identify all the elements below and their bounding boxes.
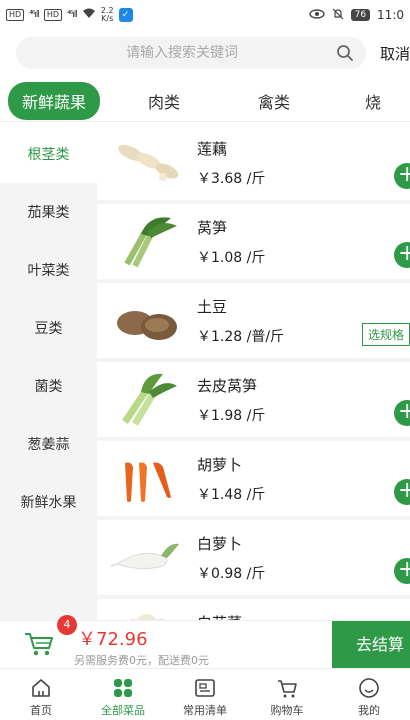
search-box[interactable] xyxy=(16,37,366,69)
sidebar-item-beans[interactable]: 豆类 xyxy=(0,299,97,357)
carrot-image xyxy=(125,462,171,502)
grid-icon xyxy=(114,679,132,697)
product-price: ￥3.68 /斤 xyxy=(197,171,266,187)
nav-label: 常用清单 xyxy=(183,704,227,717)
signal1-icon: ⁴⁶ıll xyxy=(29,10,40,20)
add-to-cart-button[interactable]: + xyxy=(394,163,410,189)
nav-profile[interactable]: 我的 xyxy=(328,669,410,720)
fee-note: 另需服务费0元，配送费0元 xyxy=(74,654,209,667)
add-to-cart-button[interactable]: + xyxy=(394,400,410,426)
nav-label: 我的 xyxy=(358,704,380,717)
sim1-indicator: HD xyxy=(6,9,25,21)
cauliflower-image xyxy=(128,614,166,620)
sidebar-item-fresh-fruit[interactable]: 新鲜水果 xyxy=(0,473,97,531)
cancel-button[interactable]: 取消 xyxy=(380,43,410,64)
product-item[interactable]: 白萝卜 ￥0.98 /斤 + xyxy=(97,520,410,595)
lotus-root-image xyxy=(118,144,179,181)
sim2-indicator: HD xyxy=(43,9,63,21)
nav-label: 全部菜品 xyxy=(101,704,145,717)
product-price: ￥1.28 /普/斤 xyxy=(197,329,285,345)
wifi-icon xyxy=(82,8,96,22)
status-bar: HD ⁴⁶ıll HD ⁴⁶ıll 2.2 K/s ✓ 76 11:0 xyxy=(0,0,410,30)
eye-icon xyxy=(308,8,325,22)
nav-common-list[interactable]: 常用清单 xyxy=(164,669,246,720)
shopping-cart-icon[interactable] xyxy=(24,631,54,657)
mute-bell-icon xyxy=(332,8,344,23)
product-name: 白花菜 xyxy=(197,612,242,620)
cart-summary-bar: 4 ￥72.96 另需服务费0元，配送费0元 去结算 xyxy=(0,615,410,669)
search-icon[interactable] xyxy=(336,44,354,62)
search-input[interactable] xyxy=(28,45,336,61)
nav-all-dishes[interactable]: 全部菜品 xyxy=(82,669,164,720)
sidebar-item-root-vegetables[interactable]: 根茎类 xyxy=(0,125,97,183)
cart-count-badge: 4 xyxy=(57,615,77,635)
network-speed: 2.2 K/s xyxy=(100,6,114,23)
nav-cart[interactable]: 购物车 xyxy=(246,669,328,720)
sidebar-item-nightshades[interactable]: 茄果类 xyxy=(0,183,97,241)
lettuce-stem-image xyxy=(124,217,177,268)
add-to-cart-button[interactable]: + xyxy=(394,558,410,584)
home-icon xyxy=(32,679,50,697)
add-to-cart-button[interactable]: + xyxy=(394,479,410,505)
signal2-icon: ⁴⁶ıll xyxy=(67,10,78,20)
product-price: ￥1.98 /斤 xyxy=(197,408,266,424)
cart-total: ￥72.96 xyxy=(78,629,148,650)
product-price: ￥1.08 /斤 xyxy=(197,250,266,266)
tab-roast[interactable]: 烧 xyxy=(365,89,381,113)
product-name: 胡萝卜 xyxy=(197,456,243,474)
peeled-lettuce-stem-image xyxy=(122,373,177,426)
profile-icon xyxy=(359,678,379,698)
search-row: 取消 xyxy=(0,34,410,72)
sidebar-item-mushrooms[interactable]: 菌类 xyxy=(0,357,97,415)
app-notification-icon: ✓ xyxy=(118,8,133,22)
nav-label: 购物车 xyxy=(270,704,304,717)
list-icon xyxy=(195,679,215,697)
nav-label: 首页 xyxy=(30,704,52,717)
bottom-navigation: 首页 全部菜品 常用清单 购物车 我的 xyxy=(0,668,410,720)
battery-indicator: 76 xyxy=(350,9,371,21)
sidebar-item-leafy-greens[interactable]: 叶菜类 xyxy=(0,241,97,299)
category-tabs: 新鲜蔬果 肉类 禽类 烧 xyxy=(0,80,410,122)
product-name: 土豆 xyxy=(197,298,228,316)
checkout-button[interactable]: 去结算 xyxy=(332,621,410,669)
sidebar-item-aromatics[interactable]: 葱姜蒜 xyxy=(0,415,97,473)
product-price: ￥0.98 /斤 xyxy=(197,566,266,582)
product-name: 莴笋 xyxy=(197,219,228,237)
product-name: 去皮莴笋 xyxy=(197,377,258,395)
nav-home[interactable]: 首页 xyxy=(0,669,82,720)
select-spec-button[interactable]: 选规格 xyxy=(361,323,410,346)
product-item[interactable]: 莴笋 ￥1.08 /斤 + xyxy=(97,204,410,279)
product-name: 白萝卜 xyxy=(197,535,243,553)
subcategory-sidebar: 根茎类 茄果类 叶菜类 豆类 菌类 葱姜蒜 新鲜水果 xyxy=(0,125,97,620)
clock: 11:0 xyxy=(377,8,404,22)
product-name: 莲藕 xyxy=(197,140,228,158)
potato-image xyxy=(117,311,177,340)
product-item[interactable]: 土豆 ￥1.28 /普/斤 选规格 xyxy=(97,283,410,358)
tab-poultry[interactable]: 禽类 xyxy=(258,89,290,113)
product-item[interactable]: 去皮莴笋 ￥1.98 /斤 + xyxy=(97,362,410,437)
product-price: ￥1.48 /斤 xyxy=(197,487,266,503)
tab-fresh-produce[interactable]: 新鲜蔬果 xyxy=(8,81,101,120)
product-item[interactable]: 莲藕 ￥3.68 /斤 + xyxy=(97,125,410,200)
product-list: 莲藕 ￥3.68 /斤 + 莴笋 ￥1.08 /斤 + 土豆 ￥1.28 /普/… xyxy=(97,125,410,620)
product-item[interactable]: 胡萝卜 ￥1.48 /斤 + xyxy=(97,441,410,516)
cart-icon xyxy=(278,680,297,698)
tab-meat[interactable]: 肉类 xyxy=(148,89,180,113)
add-to-cart-button[interactable]: + xyxy=(394,242,410,268)
product-item[interactable]: 白花菜 xyxy=(97,599,410,620)
radish-image xyxy=(111,543,179,570)
